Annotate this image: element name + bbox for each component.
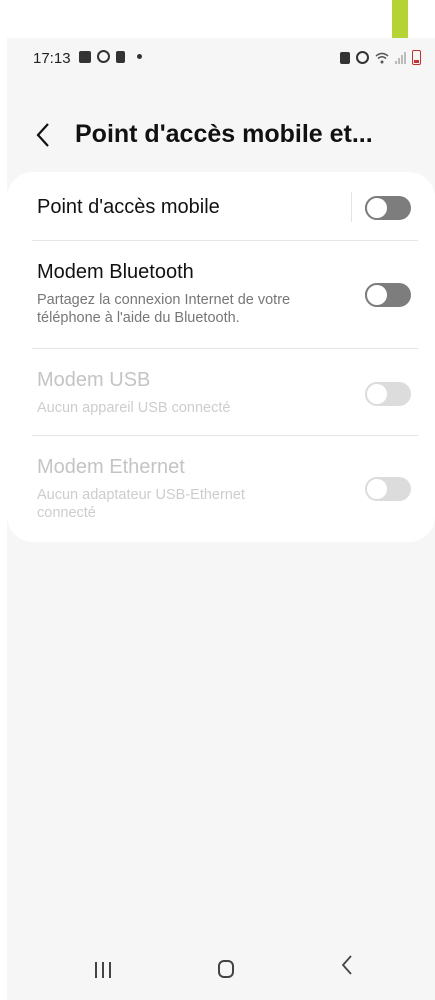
usb-toggle bbox=[365, 382, 411, 406]
setting-title: Modem USB bbox=[37, 369, 151, 391]
status-left-icons bbox=[79, 50, 142, 63]
page-title: Point d'accès mobile et... bbox=[75, 120, 373, 148]
home-icon[interactable] bbox=[218, 960, 234, 978]
recents-icon[interactable] bbox=[95, 962, 111, 978]
status-bar: 17:13 bbox=[7, 38, 435, 82]
notification-dot-icon bbox=[137, 54, 142, 59]
wifi-icon bbox=[375, 52, 389, 63]
whatsapp-icon bbox=[97, 50, 110, 63]
hotspot-battery-icon bbox=[340, 51, 350, 64]
setting-subtitle: Aucun adaptateur USB-Ethernet connecté bbox=[37, 487, 245, 521]
setting-row-usb: Modem USB Aucun appareil USB connecté bbox=[7, 349, 435, 435]
header: Point d'accès mobile et... bbox=[7, 114, 435, 164]
chevron-left-icon[interactable] bbox=[35, 122, 61, 152]
signal-icon bbox=[395, 51, 406, 64]
setting-subtitle: Partagez la connexion Internet de votre … bbox=[37, 292, 291, 326]
settings-card: Point d'accès mobile Modem Bluetooth Par… bbox=[7, 172, 435, 542]
gallery-icon bbox=[79, 50, 91, 63]
status-time: 17:13 bbox=[33, 50, 71, 67]
setting-title: Modem Bluetooth bbox=[37, 261, 194, 283]
alarm-icon bbox=[356, 51, 369, 64]
setting-row-hotspot[interactable]: Point d'accès mobile bbox=[7, 172, 435, 240]
status-right-icons bbox=[340, 50, 421, 65]
setting-title: Modem Ethernet bbox=[37, 456, 185, 478]
back-icon[interactable] bbox=[341, 954, 353, 983]
hotspot-toggle[interactable] bbox=[365, 196, 411, 220]
setting-subtitle: Aucun appareil USB connecté bbox=[37, 400, 231, 416]
setting-title: Point d'accès mobile bbox=[37, 196, 220, 218]
bluetooth-toggle[interactable] bbox=[365, 283, 411, 307]
navigation-bar bbox=[7, 940, 435, 1000]
battery-icon bbox=[412, 50, 421, 65]
lock-badge-icon bbox=[116, 50, 125, 63]
setting-row-bluetooth[interactable]: Modem Bluetooth Partagez la connexion In… bbox=[7, 241, 435, 348]
divider-vertical bbox=[351, 192, 352, 222]
setting-row-ethernet: Modem Ethernet Aucun adaptateur USB-Ethe… bbox=[7, 436, 435, 542]
phone-screen: 17:13 Point d'accès mobile et... Point d… bbox=[7, 38, 435, 1000]
ethernet-toggle bbox=[365, 477, 411, 501]
